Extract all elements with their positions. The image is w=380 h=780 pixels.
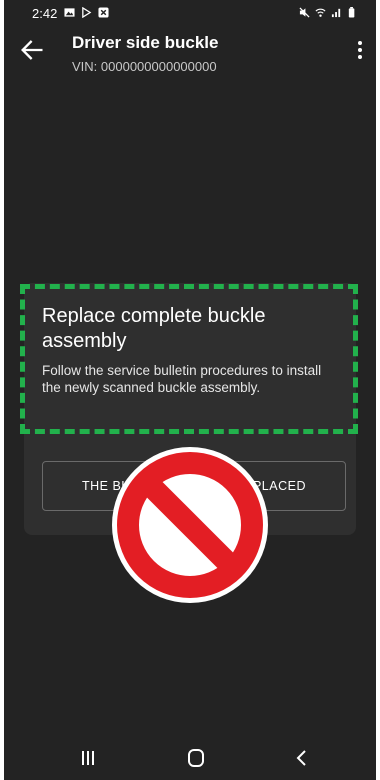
wifi-icon [315, 8, 326, 17]
signal-icon [331, 8, 341, 18]
home-icon[interactable] [184, 746, 208, 770]
battery-icon [348, 7, 355, 18]
phone-screen: 2:42 Driver side buckle VIN: 00000000000… [4, 0, 376, 780]
back-arrow-icon[interactable] [18, 36, 46, 64]
system-nav-bar [4, 736, 376, 780]
highlight-box [20, 284, 358, 434]
recent-apps-icon[interactable] [76, 746, 100, 770]
status-time: 2:42 [32, 6, 58, 21]
mute-icon [299, 7, 310, 18]
image-icon [64, 8, 75, 17]
status-right-icons [299, 7, 358, 18]
overflow-menu-icon[interactable] [348, 38, 372, 62]
status-bar: 2:42 [4, 0, 376, 26]
app-bar: Driver side buckle VIN: 0000000000000000 [4, 26, 376, 82]
play-store-icon [82, 7, 92, 18]
prohibition-icon [112, 447, 268, 603]
status-left-icons [64, 7, 109, 18]
back-icon[interactable] [290, 746, 314, 770]
page-title: Driver side buckle [72, 33, 219, 52]
vin-subtitle: VIN: 0000000000000000 [72, 59, 217, 74]
close-box-icon [98, 7, 109, 18]
